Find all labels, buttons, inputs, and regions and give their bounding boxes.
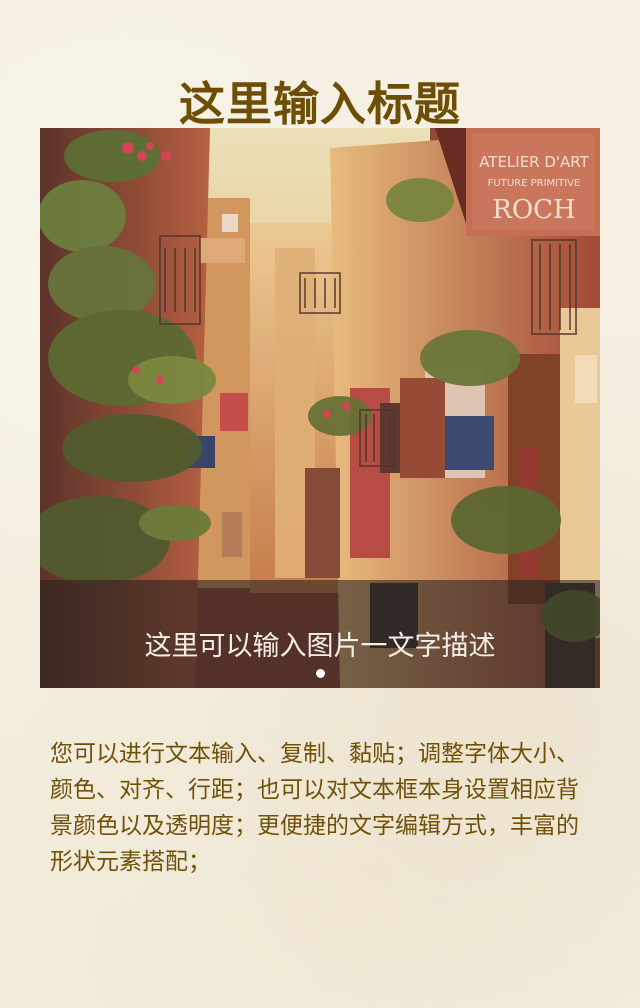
- carousel-indicator[interactable]: [316, 669, 325, 678]
- image-caption: 这里可以输入图片一文字描述: [144, 631, 496, 662]
- body-text: 您可以进行文本输入、复制、黏贴；调整字体大小、颜色、对齐、行距；也可以对文本框本…: [50, 741, 579, 875]
- hero-image[interactable]: ATELIER D'ART FUTURE PRIMITIVE ROCH 这里可以…: [40, 128, 600, 688]
- page-title: 这里输入标题: [179, 76, 461, 131]
- caption-overlay: 这里可以输入图片一文字描述: [40, 580, 600, 688]
